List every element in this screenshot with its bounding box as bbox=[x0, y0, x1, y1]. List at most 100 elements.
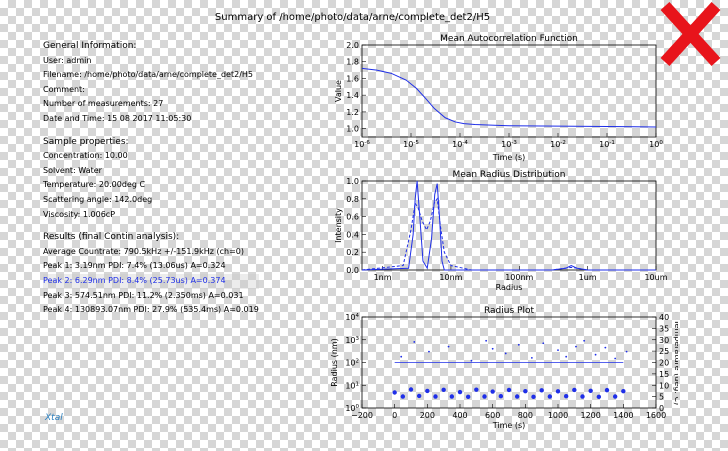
radius-plot-y2tick-label: 25 bbox=[659, 347, 669, 356]
radius-point-small bbox=[400, 355, 403, 358]
distribution-ytick-label: 0.6 bbox=[346, 213, 359, 222]
autocorr-xlabel: Time (s) bbox=[492, 153, 526, 162]
radius-plot-y2tick-label: 20 bbox=[659, 359, 669, 368]
distribution-xtick-label: 10nm bbox=[439, 273, 462, 282]
distribution-xtick-label: 100nm bbox=[505, 273, 533, 282]
radius-point-small bbox=[594, 353, 597, 356]
autocorr-title: Mean Autocorrelation Function bbox=[440, 34, 578, 44]
radius-point-small bbox=[542, 342, 545, 345]
radius-point-large bbox=[425, 388, 430, 394]
radius-plot-title: Radius Plot bbox=[484, 306, 534, 316]
radius-point-large bbox=[482, 394, 487, 399]
autocorr-xtick-label: 10-5 bbox=[403, 140, 419, 149]
radius-point-large bbox=[572, 387, 577, 393]
radius-plot-y2tick-label: 30 bbox=[659, 336, 669, 345]
radius-point-large bbox=[400, 394, 406, 399]
autocorr-xtick-label: 10-6 bbox=[354, 140, 370, 149]
radius-plot-y2tick-label: 35 bbox=[659, 324, 669, 333]
radius-plot-y2tick-label: 40 bbox=[659, 313, 669, 322]
close-icon[interactable] bbox=[653, 0, 728, 68]
radius-point-large bbox=[465, 394, 471, 400]
radius-plot-xtick-label: 0 bbox=[392, 411, 397, 420]
distribution-title: Mean Radius Distribution bbox=[453, 170, 566, 180]
radius-plot-y2tick-label: 0 bbox=[659, 404, 664, 413]
autocorr-frame bbox=[361, 44, 657, 138]
radius-point-large bbox=[416, 393, 422, 399]
radius-plot-y2tick-label: 15 bbox=[659, 370, 669, 379]
radius-point-small bbox=[517, 343, 520, 346]
autocorr-ytick-label: 1.8 bbox=[346, 58, 359, 67]
distribution-xtick-label: 10um bbox=[644, 273, 667, 282]
radius-point-large bbox=[588, 388, 593, 394]
radius-plot-xtick-label: 1400 bbox=[613, 411, 633, 420]
radius-point-small bbox=[557, 349, 559, 352]
autocorr-xtick-label: 10-3 bbox=[501, 140, 517, 149]
radius-point-large bbox=[474, 387, 479, 392]
radius-point-large bbox=[531, 394, 536, 400]
autocorr-xtick-label: 10-2 bbox=[550, 140, 566, 149]
radius-point-large bbox=[408, 387, 414, 392]
autocorr-xtick-label: 10-1 bbox=[599, 140, 615, 149]
radius-point-small bbox=[575, 345, 577, 348]
radius-point-small bbox=[583, 339, 586, 342]
radius-point-large bbox=[514, 394, 520, 399]
autocorr-ytick-label: 1.0 bbox=[346, 125, 359, 134]
radius-point-large bbox=[498, 394, 504, 399]
radius-plot-xtick-label: 600 bbox=[485, 411, 500, 420]
radius-point-large bbox=[563, 394, 569, 399]
radius-plot-y2tick-label: 10 bbox=[659, 381, 669, 390]
radius-point-small bbox=[604, 346, 607, 349]
radius-plot-xtick-label: 200 bbox=[420, 411, 435, 420]
autocorr-ylabel: Value bbox=[334, 80, 343, 102]
radius-point-large bbox=[441, 387, 446, 393]
radius-plot-xtick-label: 1200 bbox=[580, 411, 600, 420]
distribution-dashed-line bbox=[361, 197, 656, 271]
distribution-ytick-label: 0.8 bbox=[346, 195, 359, 204]
radius-point-large bbox=[523, 388, 528, 394]
radius-plot-ylabel: Radius (nm) bbox=[330, 338, 339, 386]
distribution-frame bbox=[361, 180, 657, 271]
radius-point-small bbox=[470, 359, 473, 362]
radius-point-large bbox=[547, 394, 553, 399]
radius-point-small bbox=[413, 341, 416, 343]
radius-plot-xtick-label: 800 bbox=[518, 411, 533, 420]
autocorr-line bbox=[361, 67, 657, 128]
radius-point-small bbox=[565, 355, 568, 358]
autocorr-ytick-label: 1.6 bbox=[346, 74, 359, 83]
radius-plot-xtick-label: 1000 bbox=[548, 411, 568, 420]
radius-plot-xlabel: Time (s) bbox=[492, 421, 526, 430]
radius-point-large bbox=[612, 394, 618, 399]
radius-point-large bbox=[604, 387, 610, 393]
autocorr-xtick-label: 100 bbox=[649, 140, 663, 149]
autocorr-ytick-label: 2.0 bbox=[346, 41, 359, 50]
radius-point-large bbox=[596, 394, 602, 400]
radius-plot-ytick-label: 101 bbox=[345, 381, 359, 390]
distribution-ytick-label: 0.2 bbox=[346, 248, 359, 257]
autocorr-ytick-label: 1.2 bbox=[346, 108, 359, 117]
radius-plot-ytick-label: 102 bbox=[345, 359, 359, 368]
distribution-ytick-label: 0.4 bbox=[346, 230, 359, 239]
autocorr-ytick-label: 1.4 bbox=[346, 91, 359, 100]
radius-point-small bbox=[625, 350, 628, 353]
radius-point-small bbox=[428, 350, 430, 353]
radius-point-large bbox=[449, 394, 455, 399]
radius-point-large bbox=[539, 388, 544, 393]
radius-point-large bbox=[621, 388, 626, 394]
radius-point-large bbox=[555, 389, 561, 394]
distribution-ytick-label: 0.0 bbox=[346, 266, 359, 275]
radius-point-small bbox=[485, 339, 488, 342]
radius-point-large bbox=[392, 390, 397, 395]
autocorr-xtick-label: 10-4 bbox=[452, 140, 468, 149]
radius-point-large bbox=[433, 394, 438, 399]
distribution-xtick-label: 1nm bbox=[374, 273, 392, 282]
radius-plot-ytick-label: 103 bbox=[345, 336, 359, 345]
radius-plot-xtick-label: 400 bbox=[452, 411, 467, 420]
radius-point-small bbox=[504, 352, 507, 355]
radius-point-small bbox=[614, 357, 617, 360]
radius-point-small bbox=[447, 345, 450, 348]
distribution-ylabel: Intensity bbox=[334, 208, 343, 243]
radius-point-large bbox=[506, 387, 512, 393]
radius-point-small bbox=[530, 356, 533, 359]
radius-point-small bbox=[491, 347, 494, 350]
charts-layer: Mean Autocorrelation Function 10-6 10-5 10-… bbox=[330, 34, 678, 430]
